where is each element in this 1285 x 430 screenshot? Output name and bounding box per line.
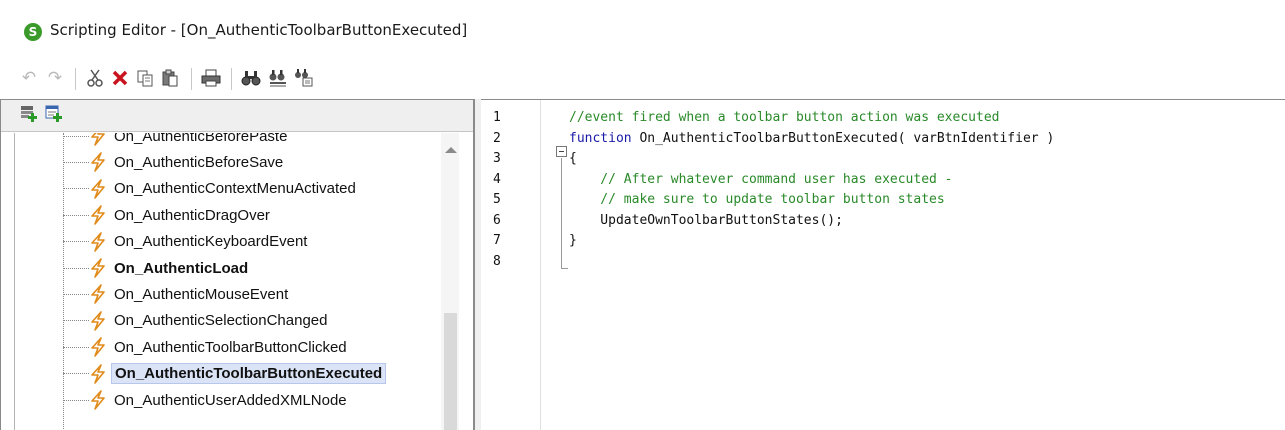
code-text: UpdateOwnToolbarButtonStates();	[569, 212, 843, 228]
tree-item-label: On_AuthenticBeforePaste	[114, 133, 288, 145]
tree-connector	[63, 293, 89, 295]
tree-item-label: On_AuthenticSelectionChanged	[114, 312, 328, 330]
event-bolt-icon	[89, 310, 111, 331]
scroll-up-icon[interactable]	[445, 147, 457, 153]
event-bolt-icon	[89, 152, 111, 173]
title-bar: S Scripting Editor - [On_AuthenticToolba…	[0, 0, 1285, 62]
tree-connector	[63, 373, 89, 375]
line-number: 5	[493, 192, 501, 207]
undo-icon[interactable]: ↶	[18, 66, 40, 90]
scrollbar-thumb[interactable]	[444, 313, 457, 430]
line-number: 3	[493, 151, 501, 166]
line-number: 8	[493, 253, 501, 269]
event-bolt-icon	[89, 133, 111, 146]
tree-item[interactable]: On_AuthenticMouseEvent	[63, 281, 291, 307]
tree-connector	[63, 346, 89, 348]
tree-connector	[63, 214, 89, 216]
line-number: 6	[493, 212, 501, 228]
tree-item[interactable]: On_AuthenticToolbarButtonExecuted	[63, 361, 387, 387]
events-tree: On_AuthenticBeforePaste On_AuthenticBefor…	[14, 133, 460, 430]
line-number: 2	[493, 130, 501, 146]
event-bolt-icon	[89, 284, 111, 305]
event-bolt-icon	[89, 337, 111, 357]
tree-item[interactable]: On_AuthenticContextMenuActivated	[63, 176, 359, 202]
tree-item[interactable]: On_AuthenticBeforePaste	[63, 133, 290, 149]
replace-icon[interactable]	[292, 66, 316, 90]
delete-icon[interactable]	[109, 66, 131, 90]
code-text: }	[569, 233, 577, 248]
tree-item-label: On_AuthenticToolbarButtonExecuted	[111, 363, 387, 385]
tree-item-label: On_AuthenticContextMenuActivated	[114, 180, 356, 198]
event-bolt-icon	[89, 390, 111, 410]
tree-connector	[63, 399, 89, 401]
splitter[interactable]	[474, 99, 481, 430]
tree-item[interactable]: On_AuthenticKeyboardEvent	[63, 229, 310, 255]
events-scrollbar[interactable]	[441, 133, 459, 430]
toolbar-separator	[231, 68, 232, 90]
tree-item-label: On_AuthenticLoad	[114, 259, 249, 277]
toolbar-separator	[191, 68, 192, 90]
code-line[interactable]: }	[569, 233, 577, 248]
code-comment: // make sure to update toolbar button st…	[569, 192, 945, 207]
add-event-icon[interactable]	[19, 105, 41, 125]
line-number: 4	[493, 171, 501, 187]
redo-icon[interactable]: ↷	[44, 66, 66, 90]
events-panel-toolbar	[1, 100, 473, 132]
code-editor[interactable]: 1 2 3 4 5 6 7 8 //event fired when a toolbar bu…	[481, 99, 1285, 430]
code-area[interactable]: //event fired when a toolbar button acti…	[541, 100, 1285, 430]
line-number-gutter: 1 2 3 4 5 6 7 8	[481, 100, 541, 430]
event-bolt-icon	[89, 363, 111, 384]
find-next-icon[interactable]	[266, 66, 290, 90]
code-text: On_AuthenticToolbarButtonExecuted( varBt…	[631, 130, 1055, 146]
fold-guide	[561, 158, 562, 269]
code-line[interactable]: // make sure to update toolbar button st…	[569, 192, 945, 207]
tree-connector	[63, 241, 89, 243]
tree-item-label: On_AuthenticToolbarButtonClicked	[114, 338, 347, 356]
app-icon: S	[24, 23, 42, 41]
print-icon[interactable]	[199, 66, 223, 90]
line-number: 1	[493, 110, 501, 125]
tree-item[interactable]: On_AuthenticSelectionChanged	[63, 308, 331, 334]
code-line[interactable]: // After whatever command user has execu…	[569, 171, 953, 187]
cut-icon[interactable]	[84, 66, 106, 90]
tree-item-label: On_AuthenticUserAddedXMLNode	[114, 391, 347, 409]
tree-connector	[63, 320, 89, 322]
paste-icon[interactable]	[159, 66, 181, 90]
tree-item-label: On_AuthenticDragOver	[114, 206, 270, 224]
main-toolbar: ↶ ↷	[0, 62, 1285, 94]
copy-icon[interactable]	[134, 66, 156, 90]
code-comment: // After whatever command user has execu…	[569, 171, 953, 187]
tree-item[interactable]: On_AuthenticDragOver	[63, 202, 273, 228]
line-number: 7	[493, 233, 501, 248]
tree-item[interactable]: On_AuthenticUserAddedXMLNode	[63, 387, 350, 413]
events-panel: On_AuthenticBeforePaste On_AuthenticBefor…	[0, 99, 474, 430]
code-line[interactable]: UpdateOwnToolbarButtonStates();	[569, 213, 843, 228]
event-bolt-icon	[89, 258, 111, 278]
add-function-icon[interactable]	[44, 105, 66, 125]
code-comment: //event fired when a toolbar button acti…	[569, 110, 1000, 125]
code-text: {	[569, 151, 577, 166]
toolbar-separator	[75, 68, 76, 90]
tree-connector	[63, 188, 89, 190]
event-bolt-icon	[89, 231, 111, 252]
tree-item-label: On_AuthenticMouseEvent	[114, 285, 289, 303]
event-bolt-icon	[89, 205, 111, 225]
tree-item-label: On_AuthenticKeyboardEvent	[114, 233, 308, 251]
fold-toggle-icon[interactable]	[556, 146, 567, 157]
event-bolt-icon	[89, 178, 111, 199]
window-title: Scripting Editor - [On_AuthenticToolbarB…	[50, 21, 468, 39]
tree-item[interactable]: On_AuthenticToolbarButtonClicked	[63, 334, 350, 360]
tree-connector	[63, 161, 89, 163]
tree-connector	[63, 267, 89, 269]
tree-item[interactable]: On_AuthenticBeforeSave	[63, 149, 286, 175]
tree-item-label: On_AuthenticBeforeSave	[114, 153, 284, 171]
tree-connector	[63, 135, 89, 137]
code-line[interactable]: //event fired when a toolbar button acti…	[569, 110, 999, 125]
code-line[interactable]: {	[569, 151, 577, 166]
code-line[interactable]: function On_AuthenticToolbarButtonExecut…	[569, 131, 1054, 146]
tree-item[interactable]: On_AuthenticLoad	[63, 255, 251, 281]
fold-guide-end	[561, 268, 568, 269]
find-icon[interactable]	[239, 66, 263, 90]
code-keyword: function	[569, 130, 632, 146]
